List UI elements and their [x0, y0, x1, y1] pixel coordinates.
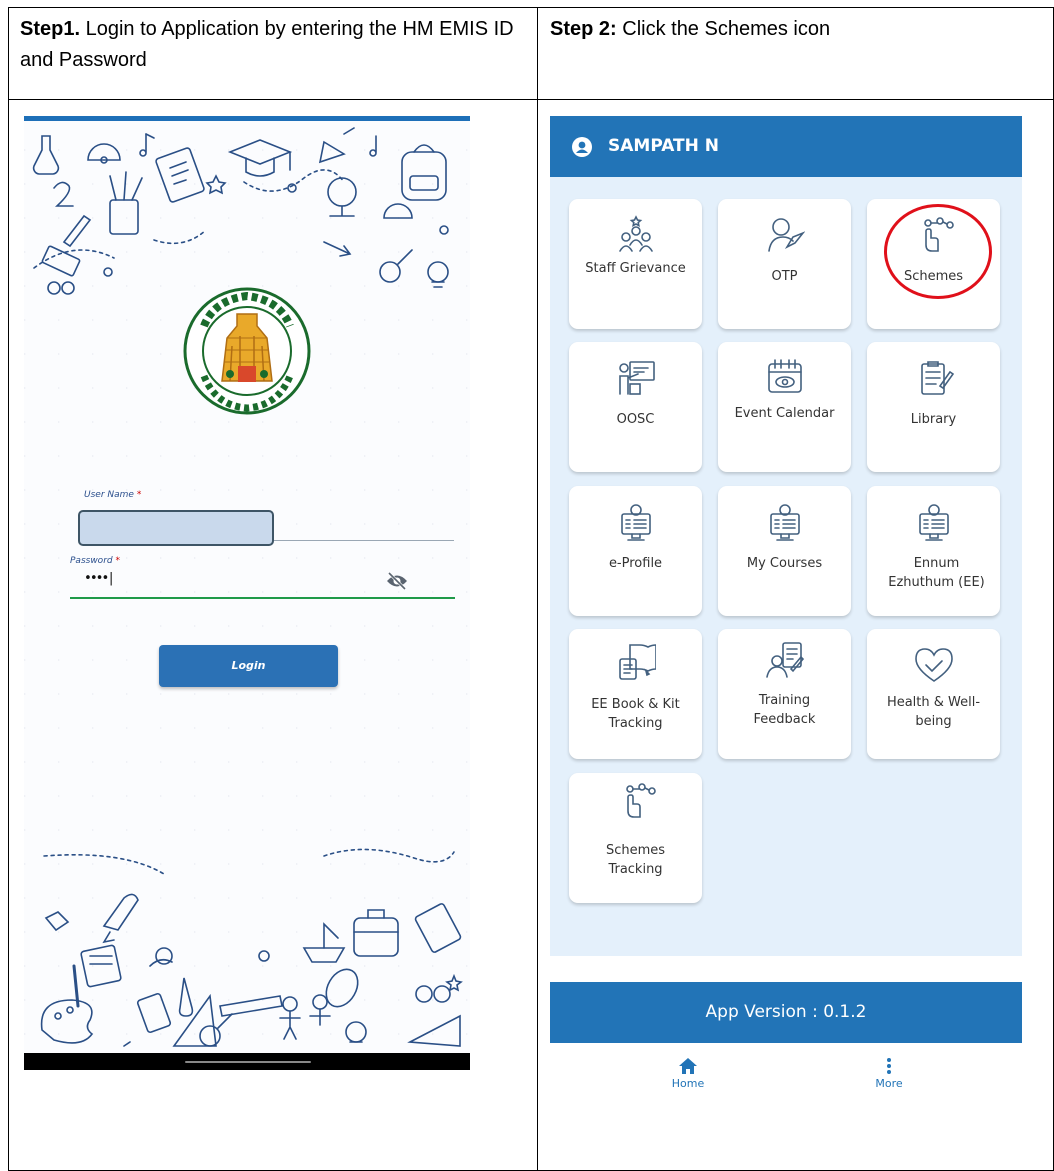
- tile-label: OOSC: [616, 412, 655, 427]
- table-row-divider: [8, 99, 1054, 100]
- nav-more[interactable]: More: [859, 1057, 919, 1090]
- home-gesture-pill[interactable]: [185, 1061, 311, 1063]
- otp-icon: [767, 218, 805, 252]
- step-2-heading: Step 2:: [550, 18, 617, 40]
- tile-label: OTP: [771, 269, 798, 284]
- table-column-divider: [537, 7, 538, 1171]
- password-input[interactable]: ••••|: [84, 571, 115, 586]
- username-label: User Name *: [84, 490, 142, 500]
- status-accent-bar: [24, 116, 470, 121]
- tile-otp[interactable]: OTP: [718, 199, 851, 329]
- login-button[interactable]: Login: [159, 645, 338, 687]
- tile-oosc[interactable]: OOSC: [569, 342, 702, 472]
- e-profile-icon: [620, 504, 651, 541]
- tamil-nadu-emblem: [183, 287, 311, 415]
- tile-health-wellbeing[interactable]: Health & Well-being: [867, 629, 1000, 759]
- step-1-instruction: Step1. Login to Application by entering …: [20, 14, 530, 76]
- event-calendar-icon: [767, 359, 802, 393]
- tile-label: Schemes: [903, 269, 964, 284]
- user-name: SAMPATH N: [608, 136, 720, 156]
- more-vertical-icon: [887, 1058, 891, 1074]
- ee-book-kit-icon: [618, 644, 656, 680]
- library-icon: [920, 361, 954, 395]
- staff-grievance-icon: [618, 215, 653, 252]
- tile-schemes-tracking[interactable]: Schemes Tracking: [569, 773, 702, 903]
- ennum-ezhuthum-icon: [918, 504, 949, 541]
- schemes-tracking-icon: [625, 783, 656, 818]
- tile-training-feedback[interactable]: Training Feedback: [718, 629, 851, 759]
- oosc-icon: [618, 361, 655, 395]
- tile-label: Event Calendar: [734, 406, 835, 421]
- tile-label: Staff Grievance: [585, 261, 686, 276]
- health-wellbeing-icon: [914, 648, 953, 682]
- user-avatar-icon: [572, 137, 592, 157]
- nav-home[interactable]: Home: [658, 1057, 718, 1090]
- app-home-screenshot: SAMPATH N Staff Grievance OTP Schemes OOSC E…: [550, 116, 1022, 1170]
- tile-staff-grievance[interactable]: Staff Grievance: [569, 199, 702, 329]
- password-underline: [70, 597, 455, 599]
- tile-label: Health & Well-being: [886, 695, 981, 729]
- step-1-text: Login to Application by entering the HM …: [20, 18, 514, 71]
- android-nav-bar: [24, 1053, 470, 1070]
- bottom-navigation: Home More: [550, 1043, 1022, 1115]
- username-input[interactable]: [78, 510, 274, 546]
- tile-label: Ennum Ezhuthum (EE): [888, 556, 985, 590]
- tile-label: My Courses: [746, 556, 823, 571]
- nav-more-label: More: [875, 1077, 903, 1090]
- training-feedback-icon: [765, 642, 804, 678]
- tile-schemes[interactable]: Schemes: [867, 199, 1000, 329]
- app-header: SAMPATH N: [550, 116, 1022, 177]
- login-screenshot: User Name * Password * ••••| Login: [24, 116, 470, 1070]
- tile-label: Library: [910, 412, 957, 427]
- tile-my-courses[interactable]: My Courses: [718, 486, 851, 616]
- tile-event-calendar[interactable]: Event Calendar: [718, 342, 851, 472]
- tile-library[interactable]: Library: [867, 342, 1000, 472]
- step-2-text: Click the Schemes icon: [616, 18, 831, 40]
- nav-home-label: Home: [671, 1077, 705, 1090]
- home-icon: [679, 1058, 697, 1074]
- username-underline: [274, 540, 454, 541]
- tile-label: EE Book & Kit Tracking: [591, 697, 680, 731]
- step-2-instruction: Step 2: Click the Schemes icon: [550, 14, 1040, 45]
- app-version-bar: App Version : 0.1.2: [550, 982, 1022, 1043]
- tile-e-profile[interactable]: e-Profile: [569, 486, 702, 616]
- tile-ee-book-kit[interactable]: EE Book & Kit Tracking: [569, 629, 702, 759]
- password-label: Password *: [70, 556, 120, 566]
- my-courses-icon: [769, 504, 800, 541]
- tile-label: e-Profile: [608, 556, 663, 571]
- school-doodles-bottom: [40, 848, 463, 1047]
- eye-slash-icon[interactable]: [386, 572, 408, 590]
- step-1-heading: Step1.: [20, 18, 81, 40]
- schemes-icon: [923, 217, 954, 252]
- tile-label: Training Feedback: [753, 693, 816, 727]
- tile-ennum-ezhuthum[interactable]: Ennum Ezhuthum (EE): [867, 486, 1000, 616]
- tile-label: Schemes Tracking: [605, 843, 666, 877]
